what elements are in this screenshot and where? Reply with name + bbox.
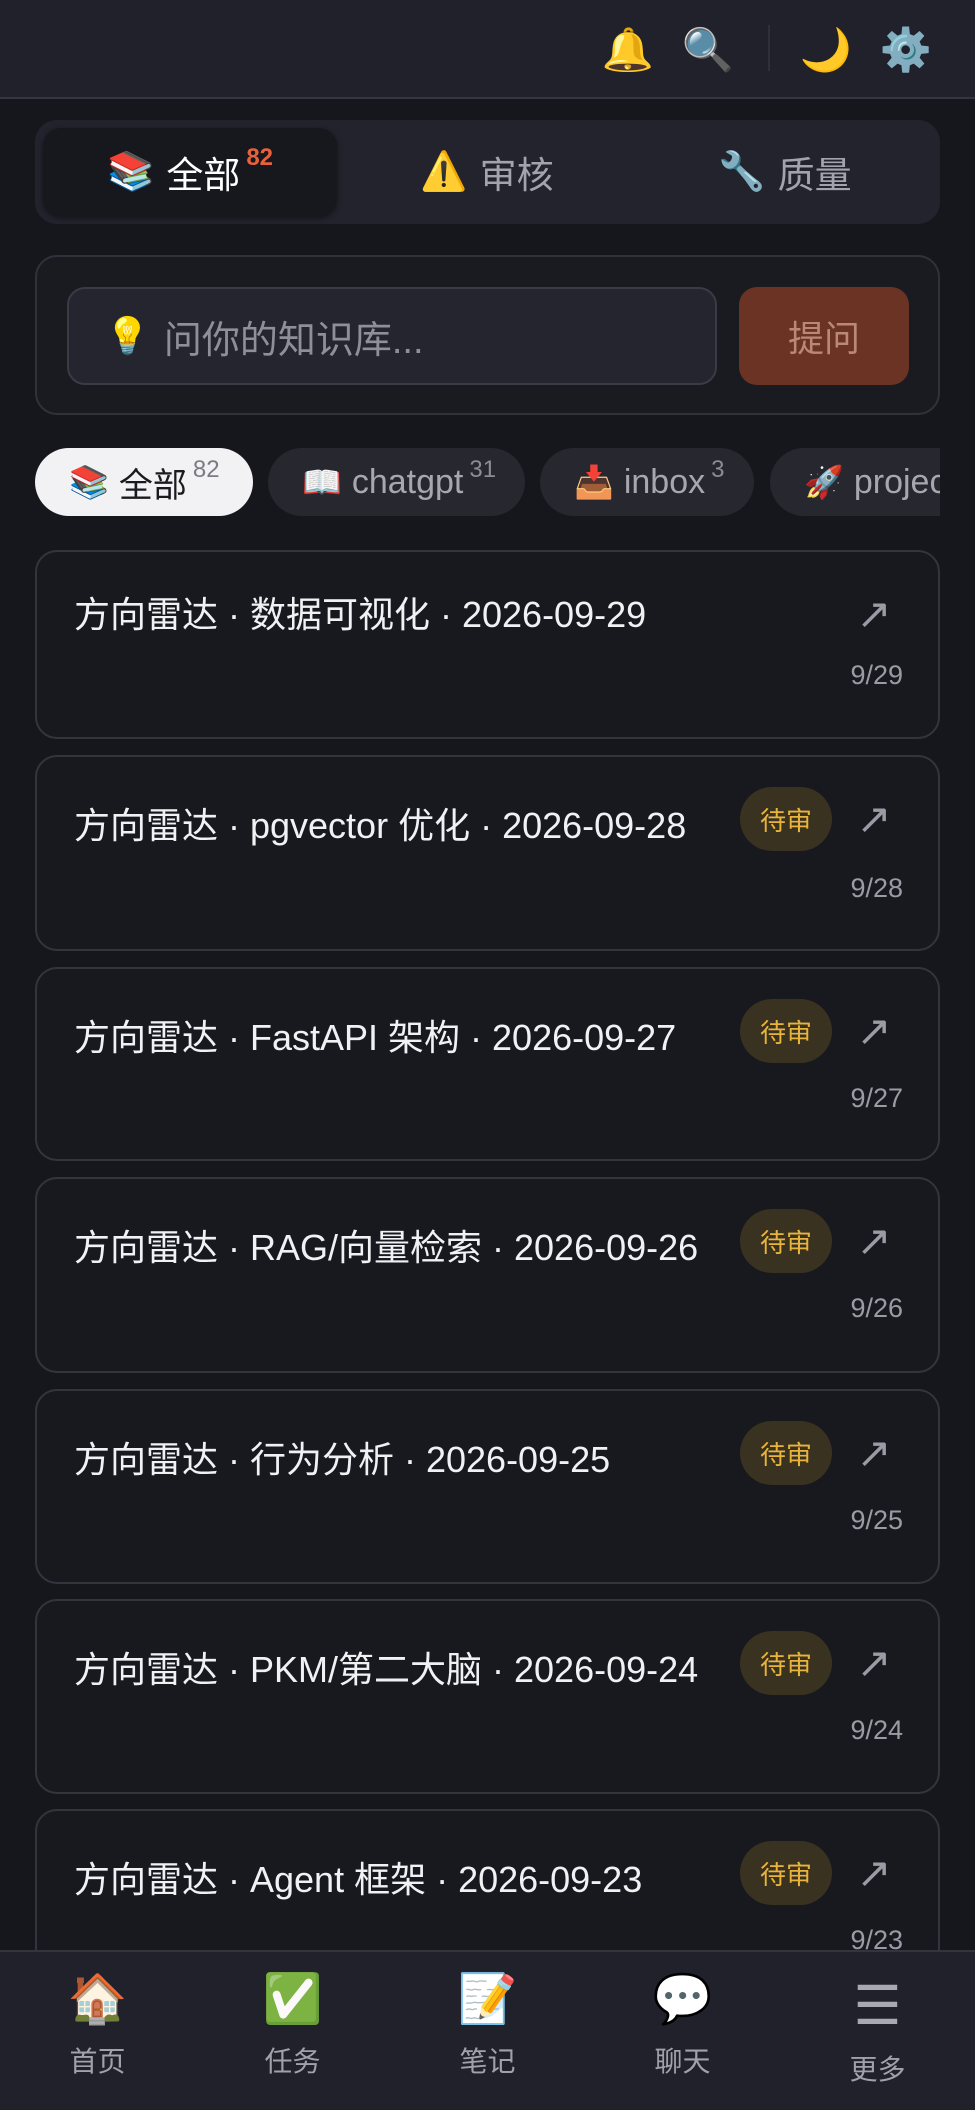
toolbar-divider [768, 25, 770, 71]
books-icon: 📚 [69, 464, 109, 500]
chip-count: 31 [469, 456, 497, 483]
card-title: 方向雷达 · pgvector 优化 · 2026-09-28 [74, 805, 687, 846]
open-book-icon: 📖 [302, 464, 342, 500]
chip-label: inbox [623, 462, 706, 501]
nav-notes[interactable]: 📝 笔记 [390, 1972, 585, 2092]
speech-bubble-icon: 💬 [652, 1973, 713, 2026]
note-card[interactable]: 方向雷达 · 行为分析 · 2026-09-25 待审 ↗ 9/25 [35, 1389, 940, 1584]
open-arrow-icon[interactable]: ↗ [849, 582, 899, 644]
tab-all[interactable]: 📚 全部 82 [43, 128, 337, 216]
ask-panel: 💡 问你的知识库... 提问 [35, 255, 940, 415]
gear-icon[interactable]: ⚙️ [876, 20, 936, 80]
menu-icon: ☰ [853, 1976, 902, 2036]
check-icon: ✅ [262, 1973, 323, 2026]
nav-home[interactable]: 🏠 首页 [0, 1972, 195, 2092]
nav-label: 任务 [264, 2046, 321, 2077]
note-card[interactable]: 方向雷达 · 数据可视化 · 2026-09-29 ↗ 9/29 [35, 550, 940, 739]
card-date: 9/28 [850, 873, 903, 903]
tab-label: 全部 [166, 155, 241, 196]
pending-review-badge: 待审 [740, 1631, 832, 1695]
inbox-tray-icon: 📥 [574, 464, 614, 500]
open-arrow-icon[interactable]: ↗ [849, 787, 899, 849]
home-icon: 🏠 [67, 1973, 128, 2026]
card-date: 9/24 [850, 1715, 903, 1745]
tab-quality[interactable]: 🔧 质量 [638, 128, 932, 216]
source-filter-chips: 📚 全部 82 📖 chatgpt 31 📥 inbox 3 🚀 project… [35, 448, 940, 518]
lightbulb-icon: 💡 [105, 315, 150, 356]
card-date: 9/27 [850, 1083, 903, 1113]
pending-review-badge: 待审 [740, 1209, 832, 1273]
chip-label: projects [853, 462, 940, 501]
filter-chip-inbox[interactable]: 📥 inbox 3 [540, 448, 754, 516]
tab-review[interactable]: ⚠️ 审核 [340, 128, 634, 216]
tab-label: 质量 [777, 155, 852, 196]
card-title: 方向雷达 · 行为分析 · 2026-09-25 [74, 1439, 611, 1480]
card-title: 方向雷达 · PKM/第二大脑 · 2026-09-24 [74, 1649, 699, 1690]
filter-chip-chatgpt[interactable]: 📖 chatgpt 31 [268, 448, 525, 516]
open-arrow-icon[interactable]: ↗ [849, 1841, 899, 1903]
moon-icon[interactable]: 🌙 [796, 20, 856, 80]
view-segment-control: 📚 全部 82 ⚠️ 审核 🔧 质量 [35, 120, 940, 224]
note-card[interactable]: 方向雷达 · pgvector 优化 · 2026-09-28 待审 ↗ 9/2… [35, 755, 940, 951]
open-arrow-icon[interactable]: ↗ [849, 1209, 899, 1271]
pending-review-badge: 待审 [740, 999, 832, 1063]
chip-count: 82 [192, 456, 220, 483]
ask-placeholder: 问你的知识库... [163, 319, 424, 362]
nav-tasks[interactable]: ✅ 任务 [195, 1972, 390, 2092]
chip-label: 全部 [118, 466, 187, 505]
chip-count: 3 [711, 456, 725, 483]
card-date: 9/29 [850, 660, 903, 690]
nav-label: 笔记 [459, 2046, 516, 2077]
open-arrow-icon[interactable]: ↗ [849, 1421, 899, 1483]
pending-review-badge: 待审 [740, 1421, 832, 1485]
open-arrow-icon[interactable]: ↗ [849, 999, 899, 1061]
bell-icon[interactable]: 🔔 [598, 20, 658, 80]
open-arrow-icon[interactable]: ↗ [849, 1631, 899, 1693]
rocket-icon: 🚀 [804, 464, 844, 500]
nav-label: 更多 [849, 2054, 906, 2085]
ask-button[interactable]: 提问 [739, 287, 909, 385]
note-card[interactable]: 方向雷达 · RAG/向量检索 · 2026-09-26 待审 ↗ 9/26 [35, 1177, 940, 1373]
pending-review-badge: 待审 [740, 787, 832, 851]
filter-chip-projects[interactable]: 🚀 projects [770, 448, 940, 516]
search-icon[interactable]: 🔍 [678, 20, 738, 80]
chip-label: chatgpt [351, 462, 464, 501]
note-card[interactable]: 方向雷达 · PKM/第二大脑 · 2026-09-24 待审 ↗ 9/24 [35, 1599, 940, 1794]
ask-input[interactable]: 💡 问你的知识库... [67, 287, 717, 385]
card-date: 9/25 [850, 1505, 903, 1535]
bottom-nav: 🏠 首页 ✅ 任务 📝 笔记 💬 聊天 ☰ 更多 [0, 1950, 975, 2110]
memo-icon: 📝 [457, 1973, 518, 2026]
nav-more[interactable]: ☰ 更多 [780, 1978, 975, 2098]
nav-label: 聊天 [654, 2046, 711, 2077]
card-title: 方向雷达 · Agent 框架 · 2026-09-23 [74, 1859, 643, 1900]
nav-chat[interactable]: 💬 聊天 [585, 1972, 780, 2092]
nav-label: 首页 [69, 2046, 126, 2077]
warning-icon: ⚠️ [420, 151, 468, 193]
filter-chip-all[interactable]: 📚 全部 82 [35, 448, 253, 516]
pending-review-badge: 待审 [740, 1841, 832, 1905]
books-icon: 📚 [106, 151, 155, 193]
top-bar: 🔔 🔍 🌙 ⚙️ [0, 0, 975, 99]
tab-count-badge: 82 [246, 144, 274, 171]
tab-label: 审核 [479, 155, 554, 196]
wrench-icon: 🔧 [718, 151, 766, 193]
note-card[interactable]: 方向雷达 · FastAPI 架构 · 2026-09-27 待审 ↗ 9/27 [35, 967, 940, 1161]
card-title: 方向雷达 · FastAPI 架构 · 2026-09-27 [74, 1017, 677, 1058]
card-title: 方向雷达 · RAG/向量检索 · 2026-09-26 [74, 1227, 699, 1268]
card-date: 9/26 [850, 1293, 903, 1323]
card-title: 方向雷达 · 数据可视化 · 2026-09-29 [74, 594, 647, 635]
